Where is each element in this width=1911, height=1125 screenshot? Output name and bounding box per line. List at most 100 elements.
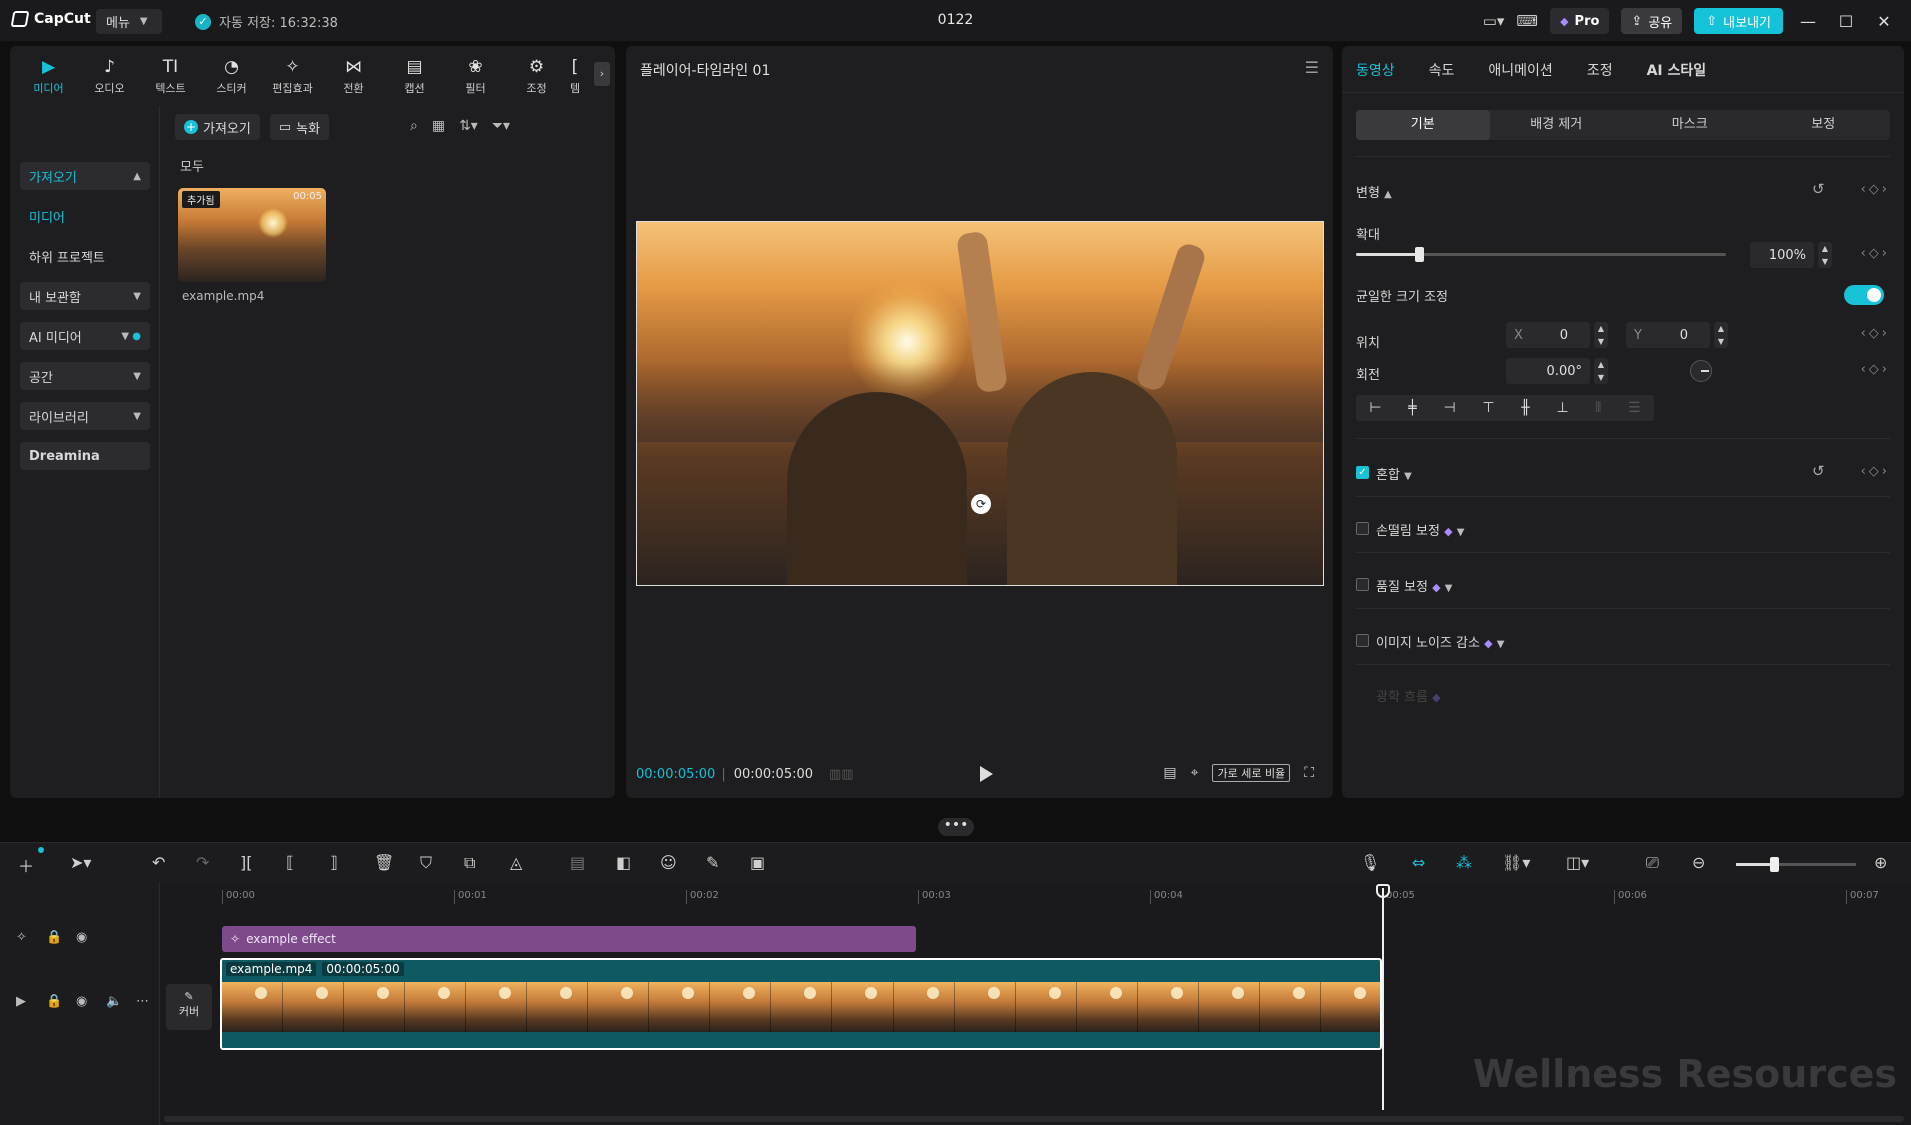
timeline-scrollbar[interactable]	[164, 1116, 1904, 1122]
tab-caption[interactable]: ▤ 캡션	[384, 52, 445, 100]
undo-icon[interactable]: ↶	[152, 853, 165, 872]
uniform-scale-toggle[interactable]	[1844, 285, 1884, 305]
sidebar-item-library[interactable]: 라이브러리 ▼	[20, 402, 150, 430]
freeze-icon[interactable]: ▤	[570, 853, 585, 872]
main-track-magnet-icon[interactable]: ⇔	[1412, 853, 1425, 872]
subtab-correction[interactable]: 보정	[1757, 110, 1891, 140]
align-center-h-icon[interactable]: ╪	[1408, 400, 1416, 416]
tab-ai-style[interactable]: AI 스타일	[1647, 60, 1707, 80]
preview-axis-icon[interactable]: ◫▾	[1566, 853, 1589, 872]
quality-checkbox[interactable]	[1356, 578, 1369, 591]
time-ruler[interactable]: 00:00 00:01 00:02 00:03 00:04 00:05 00:06 00:07	[222, 890, 1911, 906]
align-middle-v-icon[interactable]: ╫	[1521, 400, 1529, 416]
sidebar-item-dreamina[interactable]: Dreamina	[20, 442, 150, 470]
keyframe-icon[interactable]: ‹◇›	[1861, 246, 1890, 261]
position-y-field[interactable]: Y0	[1626, 322, 1710, 348]
hd-icon[interactable]: ▣	[750, 853, 765, 872]
link-icon[interactable]: ⛓▾	[1502, 853, 1530, 872]
magic-wand-icon[interactable]: ✎	[706, 853, 719, 872]
crop-icon[interactable]: ⧉	[464, 853, 475, 873]
speed-curve-icon[interactable]: ◬	[510, 853, 522, 872]
tab-adjust[interactable]: 조정	[1587, 60, 1613, 80]
optical-flow-header[interactable]: 광학 흐름 ◆	[1376, 686, 1441, 705]
zoom-out-icon[interactable]: ⊖	[1692, 853, 1705, 872]
more-icon[interactable]: ⋯	[136, 994, 149, 1009]
play-icon[interactable]	[980, 766, 993, 782]
align-top-icon[interactable]: ⊤	[1482, 400, 1494, 416]
blend-header[interactable]: 혼합 ▼	[1376, 464, 1412, 483]
delete-icon[interactable]: 🗑	[374, 853, 394, 872]
scale-stepper-icon[interactable]: ▲ ▼	[1818, 242, 1832, 268]
playhead[interactable]	[1382, 888, 1384, 1110]
tab-media[interactable]: ▶ 미디어	[18, 52, 79, 100]
align-right-icon[interactable]: ⊣	[1443, 400, 1455, 416]
speaker-icon[interactable]: 🔈	[106, 994, 122, 1009]
tab-audio[interactable]: ♪ 오디오	[79, 52, 140, 100]
search-icon[interactable]: ⌕	[410, 118, 418, 134]
sidebar-item-my-library[interactable]: 내 보관함 ▼	[20, 282, 150, 310]
tab-filter[interactable]: ❀ 필터	[445, 52, 506, 100]
eye-icon[interactable]: ◉	[76, 930, 87, 945]
subtab-remove-bg[interactable]: 배경 제거	[1490, 110, 1624, 140]
hamburger-menu-icon[interactable]: ☰	[1305, 58, 1319, 77]
denoise-header[interactable]: 이미지 노이즈 감소 ◆ ▼	[1376, 632, 1504, 651]
panel-resize-handle[interactable]: •••	[938, 818, 974, 836]
lock-icon[interactable]: 🔒	[46, 930, 62, 945]
reset-icon[interactable]: ↺	[1812, 180, 1825, 198]
keyframe-icon[interactable]: ‹◇›	[1861, 182, 1890, 197]
blend-checkbox[interactable]: ✓	[1356, 466, 1369, 479]
sidebar-item-ai-media[interactable]: AI 미디어 ▼ ●	[20, 322, 150, 350]
align-left-icon[interactable]: ⊢	[1369, 400, 1381, 416]
tabs-scroll-right-icon[interactable]: ›	[594, 62, 610, 86]
close-icon[interactable]: ✕	[1871, 12, 1897, 31]
align-bottom-icon[interactable]: ⊥	[1556, 400, 1568, 416]
y-stepper-icon[interactable]: ▲ ▼	[1714, 322, 1728, 348]
marker-icon[interactable]: ⛉	[420, 853, 432, 873]
sort-icon[interactable]: ⇅▾	[459, 118, 478, 134]
sidebar-item-import[interactable]: 가져오기 ▲	[20, 162, 150, 190]
distribute-v-icon[interactable]: ☰	[1628, 400, 1641, 416]
tab-speed[interactable]: 속도	[1429, 60, 1455, 80]
record-button[interactable]: ▭ 녹화	[269, 114, 330, 140]
split-icon[interactable]: ][	[240, 853, 252, 872]
stabilize-header[interactable]: 손떨림 보정 ◆ ▼	[1376, 520, 1464, 539]
screenshot-icon[interactable]: ⌖	[1191, 765, 1199, 781]
reset-icon[interactable]: ↺	[1812, 462, 1825, 480]
auto-snap-icon[interactable]: ⁂	[1456, 853, 1472, 872]
caption-track-icon[interactable]: ⎚	[1646, 853, 1659, 873]
zoom-slider-knob[interactable]	[1770, 857, 1779, 872]
layout-icon[interactable]: ▭▾	[1483, 12, 1505, 30]
redo-icon[interactable]: ↷	[196, 853, 209, 872]
x-stepper-icon[interactable]: ▲ ▼	[1594, 322, 1608, 348]
rotate-handle-icon[interactable]: ⟳	[971, 494, 991, 514]
rotation-dial[interactable]	[1690, 360, 1712, 382]
scale-slider-knob[interactable]	[1414, 247, 1424, 262]
add-track-icon[interactable]: ＋	[18, 853, 34, 877]
aspect-ratio-button[interactable]: 가로 세로 비율	[1212, 764, 1291, 782]
import-button[interactable]: + 가져오기	[175, 114, 260, 140]
rotation-field[interactable]: 0.00°	[1506, 358, 1590, 384]
keyframe-icon[interactable]: ‹◇›	[1861, 362, 1890, 377]
stabilize-checkbox[interactable]	[1356, 522, 1369, 535]
video-canvas[interactable]	[636, 221, 1324, 586]
video-clip[interactable]: example.mp4 00:00:05:00	[220, 958, 1382, 1050]
lock-icon[interactable]: 🔒	[46, 994, 62, 1009]
maximize-icon[interactable]: ☐	[1833, 12, 1859, 31]
minimize-icon[interactable]: —	[1795, 12, 1821, 31]
keyframe-icon[interactable]: ‹◇›	[1861, 326, 1890, 341]
split-left-icon[interactable]: ⟦	[286, 853, 294, 872]
sidebar-item-sub-projects[interactable]: 하위 프로젝트	[20, 242, 150, 270]
tab-template[interactable]: [템	[567, 52, 583, 100]
sidebar-item-media[interactable]: 미디어	[20, 202, 150, 230]
share-button[interactable]: ⇪ 공유	[1621, 8, 1683, 34]
distribute-h-icon[interactable]: ⫴	[1595, 400, 1601, 416]
quality-header[interactable]: 품질 보정 ◆ ▼	[1376, 576, 1452, 595]
cover-button[interactable]: ✎ 커버	[166, 984, 212, 1030]
tab-video[interactable]: 동영상	[1356, 60, 1395, 80]
subtab-mask[interactable]: 마스크	[1623, 110, 1757, 140]
pro-button[interactable]: ◆ Pro	[1550, 8, 1610, 34]
keyframe-icon[interactable]: ‹◇›	[1861, 464, 1890, 479]
mirror-icon[interactable]: ◧	[616, 853, 631, 872]
tab-animation[interactable]: 애니메이션	[1488, 60, 1552, 80]
transform-header[interactable]: 변형 ▲	[1356, 182, 1392, 201]
